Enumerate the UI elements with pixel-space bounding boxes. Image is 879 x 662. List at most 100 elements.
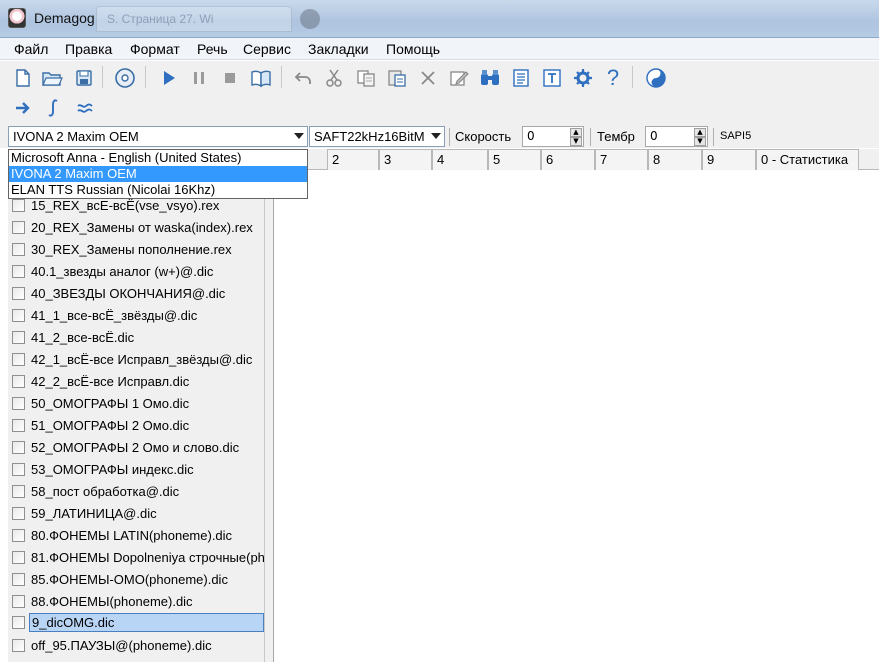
checkbox[interactable] (12, 264, 25, 278)
dictionary-item[interactable]: off_95.ПАУЗЫ@(phoneme).dic (12, 635, 265, 655)
dictionary-item[interactable]: 53_ОМОГРАФЫ индекс.dic (12, 459, 265, 479)
text-icon[interactable] (540, 66, 564, 90)
tab-statistics[interactable]: 0 - Статистика (756, 149, 859, 170)
menu-help[interactable]: Помощь (386, 41, 440, 57)
spin-up-icon[interactable]: ▲ (694, 128, 706, 137)
checkbox[interactable] (12, 286, 25, 300)
arrow-right-icon[interactable] (11, 96, 35, 120)
dictionary-item[interactable]: 58_пост обработка@.dic (12, 481, 265, 501)
dictionary-label: 58_пост обработка@.dic (31, 483, 180, 499)
menu-file[interactable]: Файл (14, 41, 48, 57)
dictionary-item[interactable]: 41_1_все-всЁ_звёзды@.dic (12, 305, 265, 325)
checkbox[interactable] (12, 242, 25, 256)
tab-6[interactable]: 6 (541, 149, 595, 170)
dictionary-item[interactable]: 51_ОМОГРАФЫ 2 Омо.dic (12, 415, 265, 435)
checkbox[interactable] (12, 484, 25, 498)
dictionary-item[interactable]: 80.ФОНЕМЫ LATIN(phoneme).dic (12, 525, 265, 545)
dictionary-item[interactable]: 41_2_все-всЁ.dic (12, 327, 265, 347)
timbre-spinner[interactable]: 0 ▲ ▼ (645, 126, 708, 147)
spin-up-icon[interactable]: ▲ (570, 128, 582, 137)
tab-8[interactable]: 8 (648, 149, 702, 170)
engine-label: SAPI5 (720, 130, 752, 142)
spin-down-icon[interactable]: ▼ (694, 137, 706, 146)
tab-4[interactable]: 4 (432, 149, 488, 170)
panel-splitter[interactable] (265, 149, 273, 662)
dictionary-item[interactable]: 30_REX_Замены пополнение.rex (12, 239, 265, 259)
dictionary-item[interactable]: 40_ЗВЕЗДЫ ОКОНЧАНИЯ@.dic (12, 283, 265, 303)
book-icon[interactable] (249, 66, 273, 90)
options-separator (713, 128, 714, 146)
dictionary-item[interactable]: 59_ЛАТИНИЦА@.dic (12, 503, 265, 523)
edit-icon[interactable] (447, 66, 471, 90)
dictionary-label: 81.ФОНЕМЫ Dopolneniya строчные(phoneme).… (31, 549, 265, 565)
checkbox[interactable] (12, 308, 25, 322)
voice-option-selected[interactable]: IVONA 2 Maxim OEM (9, 166, 307, 182)
save-icon[interactable] (72, 66, 96, 90)
play-icon[interactable] (157, 66, 181, 90)
paste-icon[interactable] (385, 66, 409, 90)
dictionary-item[interactable]: 81.ФОНЕМЫ Dopolneniya строчные(phoneme).… (12, 547, 265, 567)
menu-bookmarks[interactable]: Закладки (308, 41, 369, 57)
checkbox[interactable] (12, 198, 25, 212)
integral-icon[interactable] (42, 96, 66, 120)
checkbox[interactable] (12, 330, 25, 344)
checkbox[interactable] (12, 506, 25, 520)
checkbox[interactable] (12, 550, 25, 564)
dictionary-item[interactable]: 85.ФОНЕМЫ-ОМО(phoneme).dic (12, 569, 265, 589)
dictionary-item[interactable]: 40.1_звезды аналог (w+)@.dic (12, 261, 265, 281)
checkbox[interactable] (12, 528, 25, 542)
open-folder-icon[interactable] (40, 66, 64, 90)
yin-yang-icon[interactable] (644, 66, 668, 90)
list-icon[interactable] (509, 66, 533, 90)
checkbox[interactable] (12, 440, 25, 454)
checkbox[interactable] (12, 396, 25, 410)
stop-icon[interactable] (218, 66, 242, 90)
cd-icon[interactable] (113, 66, 137, 90)
menu-format[interactable]: Формат (130, 41, 180, 57)
voice-select[interactable]: IVONA 2 Maxim OEM (8, 126, 308, 147)
dictionary-item[interactable]: 42_2_всЁ-все Исправл.dic (12, 371, 265, 391)
voice-option[interactable]: Microsoft Anna - English (United States) (9, 150, 307, 166)
toolbar-separator (145, 66, 146, 88)
pause-icon[interactable] (187, 66, 211, 90)
dictionary-item[interactable]: 88.ФОНЕМЫ(phoneme).dic (12, 591, 265, 611)
delete-icon[interactable] (416, 66, 440, 90)
menu-speech[interactable]: Речь (197, 41, 228, 57)
spin-down-icon[interactable]: ▼ (570, 137, 582, 146)
dictionary-label: 42_1_всЁ-все Исправл_звёзды@.dic (31, 351, 253, 367)
menu-service[interactable]: Сервис (243, 41, 291, 57)
dictionary-item[interactable]: 52_ОМОГРАФЫ 2 Омо и слово.dic (12, 437, 265, 457)
tab-3[interactable]: 3 (379, 149, 432, 170)
dictionary-item[interactable]: 50_ОМОГРАФЫ 1 Омо.dic (12, 393, 265, 413)
copy-icon[interactable] (354, 66, 378, 90)
format-select[interactable]: SAFT22kHz16BitM (309, 126, 445, 147)
tab-5[interactable]: 5 (488, 149, 541, 170)
checkbox[interactable] (12, 638, 25, 652)
menu-edit[interactable]: Правка (65, 41, 112, 57)
voice-option[interactable]: ELAN TTS Russian (Nicolai 16Khz) (9, 182, 307, 198)
checkbox[interactable] (12, 352, 25, 366)
dictionary-item[interactable]: 42_1_всЁ-все Исправл_звёзды@.dic (12, 349, 265, 369)
cut-icon[interactable] (322, 66, 346, 90)
undo-icon[interactable] (292, 66, 316, 90)
binoculars-icon[interactable] (478, 66, 502, 90)
checkbox[interactable] (12, 220, 25, 234)
checkbox[interactable] (12, 615, 25, 629)
menu-bar: Файл Правка Формат Речь Сервис Закладки … (0, 38, 879, 60)
checkbox[interactable] (12, 462, 25, 476)
tab-2[interactable]: 2 (327, 149, 379, 170)
tab-9[interactable]: 9 (702, 149, 756, 170)
help-icon[interactable]: ? (601, 66, 625, 90)
tab-7[interactable]: 7 (595, 149, 648, 170)
editor-area[interactable] (273, 171, 879, 662)
checkbox[interactable] (12, 374, 25, 388)
speed-spinner[interactable]: 0 ▲ ▼ (522, 126, 584, 147)
dictionary-item[interactable]: 20_REX_Замены от waska(index).rex (12, 217, 265, 237)
checkbox[interactable] (12, 594, 25, 608)
new-file-icon[interactable] (11, 66, 35, 90)
checkbox[interactable] (12, 418, 25, 432)
approx-icon[interactable] (73, 96, 97, 120)
dictionary-item-selected[interactable]: 9_dicOMG.dic (12, 612, 265, 632)
checkbox[interactable] (12, 572, 25, 586)
gear-icon[interactable] (571, 66, 595, 90)
